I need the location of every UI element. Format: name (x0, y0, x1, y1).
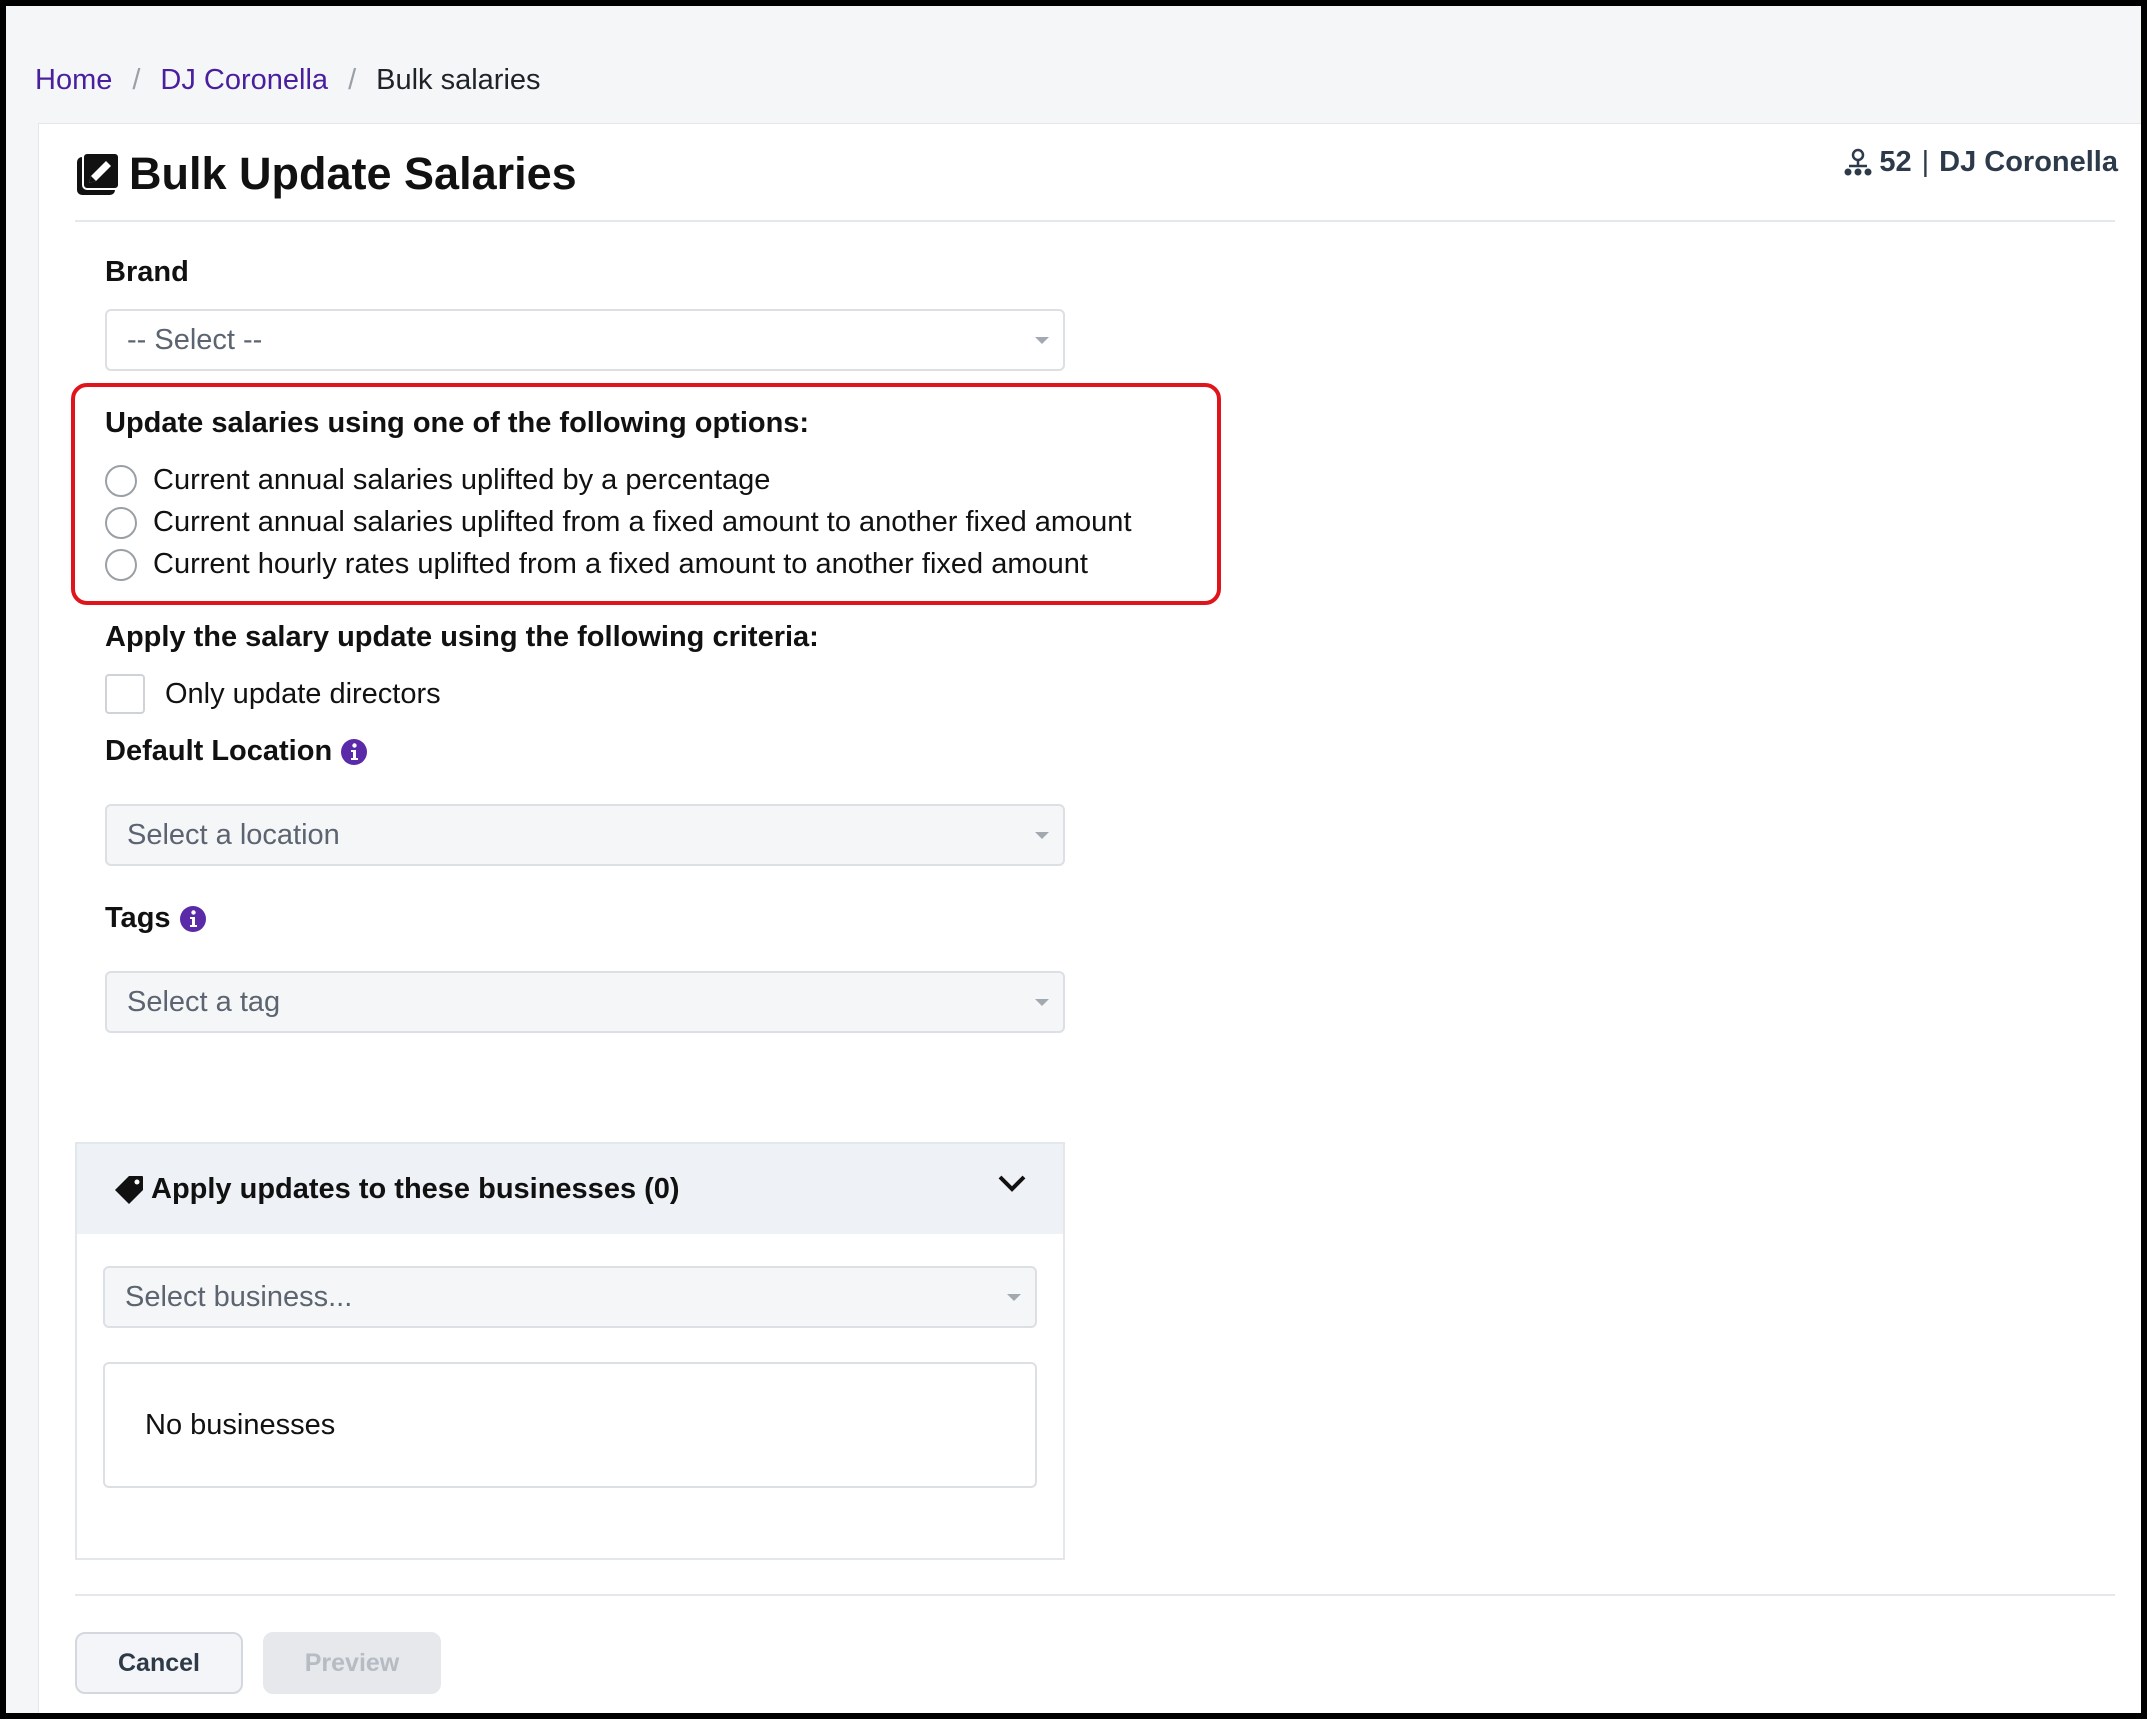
business-select[interactable]: Select business... (103, 1266, 1037, 1328)
chevron-down-icon (1035, 832, 1049, 839)
breadcrumb-separator: / (132, 63, 141, 96)
only-directors-checkbox[interactable] (105, 674, 145, 714)
breadcrumb-home-link[interactable]: Home (35, 64, 112, 97)
tag-icon (115, 1176, 143, 1204)
app-frame: Home / DJ Coronella / Bulk salaries Bulk… (6, 6, 2141, 1713)
radio-button[interactable] (105, 464, 137, 497)
only-directors-checkbox-row[interactable]: Only update directors (105, 674, 441, 714)
edit-square-icon (77, 152, 120, 195)
brand-select-value: -- Select -- (127, 323, 263, 356)
footer-divider (75, 1594, 2115, 1596)
cancel-button[interactable]: Cancel (75, 1632, 243, 1694)
breadcrumb: Home / DJ Coronella / Bulk salaries (35, 62, 541, 98)
option-label: Current annual salaries uplifted from a … (153, 506, 1132, 538)
radio-button[interactable] (105, 506, 137, 539)
org-name: DJ Coronella (1939, 146, 2118, 178)
option-label: Current annual salaries uplifted by a pe… (153, 464, 771, 496)
tags-select-value: Select a tag (127, 985, 281, 1018)
default-location-label: Default Location (105, 735, 368, 768)
option-percentage-radio[interactable]: Current annual salaries uplifted by a pe… (105, 464, 770, 497)
options-heading: Update salaries using one of the followi… (105, 407, 810, 439)
breadcrumb-current: Bulk salaries (376, 63, 541, 96)
tags-label: Tags (105, 902, 207, 935)
org-count: 52 (1879, 146, 1912, 178)
chevron-down-icon[interactable] (997, 1172, 1027, 1196)
businesses-empty-state: No businesses (103, 1362, 1037, 1488)
main-card: Bulk Update Salaries 52 | DJ Coronella B… (38, 123, 2141, 1713)
businesses-panel-header[interactable]: Apply updates to these businesses (0) (77, 1144, 1063, 1234)
option-label: Current hourly rates uplifted from a fix… (153, 548, 1088, 580)
criteria-heading: Apply the salary update using the follow… (105, 621, 819, 653)
chevron-down-icon (1007, 1294, 1021, 1301)
location-select[interactable]: Select a location (105, 804, 1065, 866)
org-indicator: 52 | DJ Coronella (1843, 146, 2118, 179)
tags-label-text: Tags (105, 902, 171, 934)
info-icon[interactable] (179, 905, 207, 933)
breadcrumb-separator: / (348, 63, 357, 96)
businesses-heading: Apply updates to these businesses (0) (151, 1172, 680, 1205)
page-title-text: Bulk Update Salaries (129, 148, 577, 199)
location-select-value: Select a location (127, 818, 340, 851)
breadcrumb-company-link[interactable]: DJ Coronella (160, 64, 328, 97)
businesses-panel: Apply updates to these businesses (0) Se… (75, 1142, 1065, 1560)
tags-select[interactable]: Select a tag (105, 971, 1065, 1033)
info-icon[interactable] (340, 738, 368, 766)
chevron-down-icon (1035, 337, 1049, 344)
radio-button[interactable] (105, 548, 137, 581)
option-fixed-hourly-radio[interactable]: Current hourly rates uplifted from a fix… (105, 548, 1088, 581)
page-title: Bulk Update Salaries (75, 148, 577, 200)
brand-label: Brand (105, 256, 189, 288)
only-directors-label: Only update directors (165, 677, 441, 710)
business-select-value: Select business... (125, 1280, 353, 1313)
businesses-empty-text: No businesses (145, 1408, 336, 1441)
org-separator: | (1921, 146, 1930, 178)
brand-select[interactable]: -- Select -- (105, 309, 1065, 371)
chevron-down-icon (1035, 999, 1049, 1006)
preview-button[interactable]: Preview (263, 1632, 441, 1694)
default-location-label-text: Default Location (105, 735, 333, 767)
title-divider (75, 220, 2115, 222)
option-fixed-annual-radio[interactable]: Current annual salaries uplifted from a … (105, 506, 1132, 539)
org-structure-icon (1844, 148, 1872, 175)
